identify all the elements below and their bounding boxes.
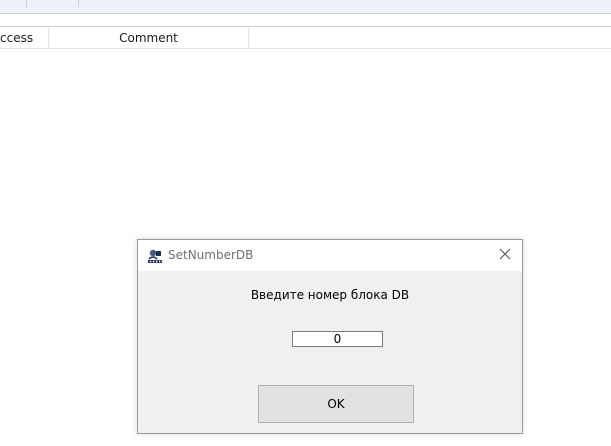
app-icon <box>147 248 163 264</box>
filter-row <box>0 14 611 27</box>
toolbar-strip <box>0 0 611 14</box>
dialog-titlebar[interactable]: SetNumberDB <box>138 240 522 271</box>
toolbar-separator <box>26 0 27 7</box>
close-icon <box>499 248 511 263</box>
column-divider[interactable] <box>248 28 249 48</box>
db-number-input[interactable] <box>292 331 383 347</box>
column-header-label: Comment <box>119 31 178 45</box>
table-header: ccess Comment <box>0 28 611 49</box>
dialog-title: SetNumberDB <box>168 248 254 262</box>
ok-button[interactable]: OK <box>258 385 414 423</box>
column-header-label: ccess <box>0 31 34 45</box>
column-header-comment[interactable]: Comment <box>49 28 248 48</box>
prompt-label: Введите номер блока DB <box>250 288 410 302</box>
set-number-db-dialog: SetNumberDB Введите номер блока DB OK <box>137 239 523 434</box>
toolbar-separator <box>78 0 79 7</box>
column-header-access[interactable]: ccess <box>0 28 48 48</box>
close-button[interactable] <box>488 240 522 271</box>
